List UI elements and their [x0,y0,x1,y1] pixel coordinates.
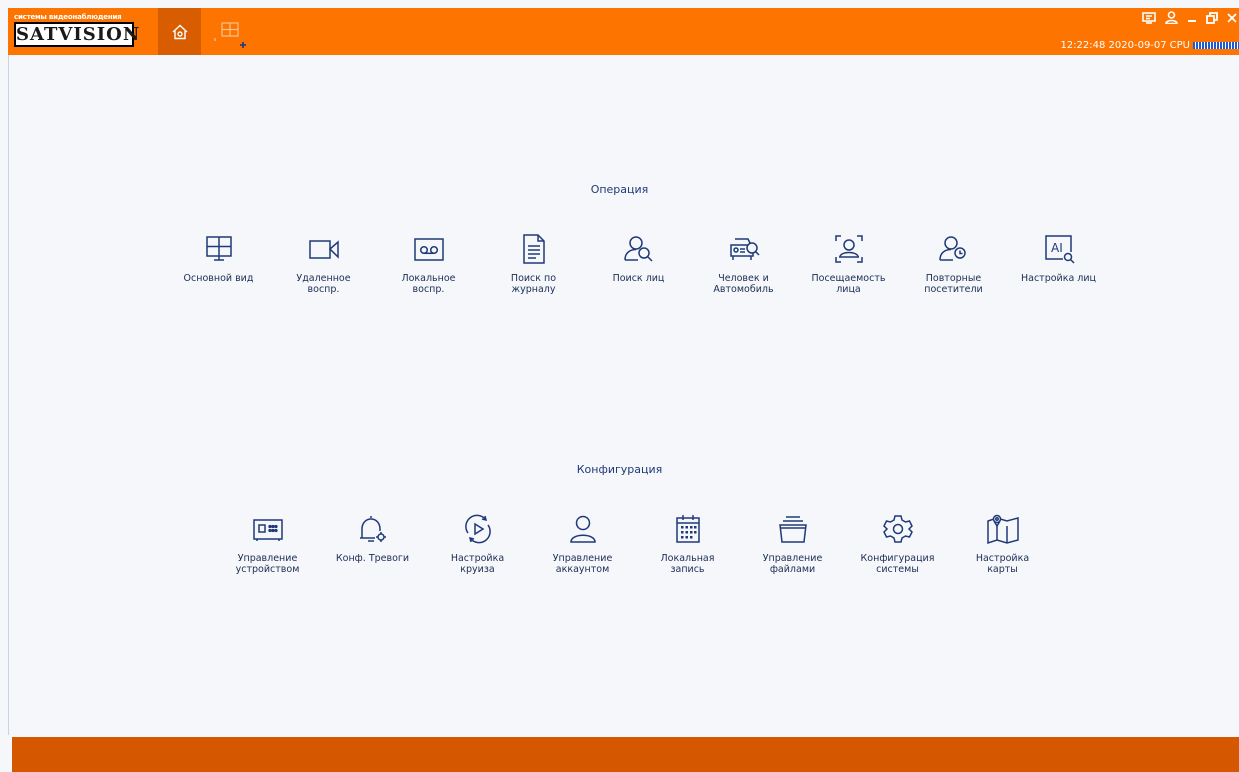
menu-item-human-vehicle[interactable]: Человек и Автомобиль [691,231,796,295]
repeat-visitor-icon [936,231,972,267]
log-icon [516,231,552,267]
datetime: 12:22:48 2020-09-07 [1060,40,1167,51]
menu-item-label: Настройка круиза [450,553,505,575]
device-icon [250,511,286,547]
menu-item-map-settings[interactable]: Настройка карты [950,511,1055,575]
cruise-icon [460,511,496,547]
menu-item-label: Удаленное воспр. [296,273,351,295]
configuration-items: Управление устройством Конф. Тревоги Нас… [215,511,1055,575]
menu-item-repeat-visitors[interactable]: Повторные посетители [901,231,1006,295]
operation-items: Основной вид Удаленное воспр. Локальное … [166,231,1111,295]
status-bar: 12:22:48 2020-09-07 CPU [1060,40,1239,51]
menu-item-local-record[interactable]: Локальная запись [635,511,740,575]
logo-box: SATVISION [14,22,141,47]
view-tab[interactable] [213,16,257,50]
menu-item-main-view[interactable]: Основной вид [166,231,271,295]
menu-item-label: Управление устройством [235,553,300,575]
tape-icon [411,231,447,267]
window-controls [1142,11,1237,24]
menu-item-label: Основной вид [183,273,254,284]
left-border [8,55,9,735]
menu-item-system-config[interactable]: Конфигурация системы [845,511,950,575]
menu-item-label: Посещаемость лица [811,273,886,295]
top-bar: системы видеонаблюдения SATVISION 12:22:… [8,8,1239,55]
menu-item-alarm-config[interactable]: Конф. Тревоги [320,511,425,575]
logo-subtitle: системы видеонаблюдения [14,13,122,21]
restore-icon[interactable] [1206,11,1218,24]
face-search-icon [621,231,657,267]
menu-item-file-management[interactable]: Управление файлами [740,511,845,575]
bottom-bar [12,737,1239,772]
menu-item-face-search[interactable]: Поиск лиц [586,231,691,295]
grid-view-icon [213,16,257,50]
logo-text: SATVISION [16,24,141,45]
menu-item-label: Конф. Тревоги [335,553,410,564]
menu-item-label: Конфигурация системы [860,553,935,575]
menu-item-log-search[interactable]: Поиск по журналу [481,231,586,295]
menu-item-label: Поиск по журналу [510,273,557,295]
cpu-label: CPU [1169,40,1190,51]
menu-item-face-settings[interactable]: AI Настройка лиц [1006,231,1111,295]
menu-item-label: Повторные посетители [924,273,983,295]
menu-item-remote-playback[interactable]: Удаленное воспр. [271,231,376,295]
menu-item-account-management[interactable]: Управление аккаунтом [530,511,635,575]
menu-item-label: Локальное воспр. [401,273,456,295]
svg-text:AI: AI [1051,241,1063,255]
gear-icon [880,511,916,547]
close-icon[interactable] [1227,12,1237,24]
menu-item-local-playback[interactable]: Локальное воспр. [376,231,481,295]
menu-item-device-management[interactable]: Управление устройством [215,511,320,575]
configuration-section-title: Конфигурация [576,463,663,476]
user-icon[interactable] [1165,11,1178,24]
cpu-usage-meter [1193,42,1239,49]
menu-item-label: Настройка лиц [1020,273,1097,284]
menu-item-face-attendance[interactable]: Посещаемость лица [796,231,901,295]
menu-item-label: Локальная запись [660,553,715,575]
menu-item-label: Поиск лиц [612,273,665,284]
menu-item-cruise-settings[interactable]: Настройка круиза [425,511,530,575]
account-icon [565,511,601,547]
files-icon [775,511,811,547]
menu-item-label: Управление аккаунтом [552,553,613,575]
operation-section-title: Операция [590,183,649,196]
calendar-icon [670,511,706,547]
live-view-icon [201,231,237,267]
minimize-icon[interactable] [1187,12,1197,24]
face-frame-icon [831,231,867,267]
car-search-icon [726,231,762,267]
camera-icon [306,231,342,267]
alarm-bell-icon [355,511,391,547]
home-tab[interactable] [158,8,201,55]
monitor-icon[interactable] [1142,11,1156,24]
map-icon [985,511,1021,547]
menu-item-label: Настройка карты [975,553,1030,575]
logo: системы видеонаблюдения SATVISION [14,13,141,49]
ai-icon: AI [1041,231,1077,267]
home-icon [171,23,189,41]
menu-item-label: Человек и Автомобиль [713,273,774,295]
menu-item-label: Управление файлами [762,553,823,575]
